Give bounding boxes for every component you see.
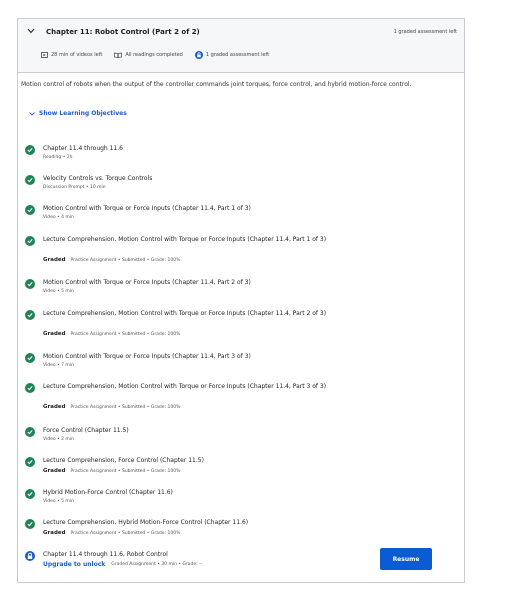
check-circle-icon [25,145,35,155]
graded-badge: Graded [43,530,66,536]
lock-icon [194,51,203,59]
item-title[interactable]: Motion Control with Torque or Force Inpu… [43,204,343,214]
videos-left-meta: 28 min of videos left [41,52,102,58]
check-circle-icon [25,205,35,215]
check-circle-icon [25,310,35,320]
item-title[interactable]: Lecture Comprehension, Motion Control wi… [43,235,343,245]
chevron-down-icon [29,111,35,116]
item-meta: Graded Practice Assignment • Submitted •… [43,331,181,337]
check-circle-icon [25,519,35,529]
module-title: Chapter 11: Robot Control (Part 2 of 2) [46,28,200,36]
module-meta: 28 min of videos left All readings compl… [41,51,281,59]
chevron-down-icon[interactable] [27,27,35,36]
check-circle-icon [25,489,35,499]
book-icon [114,52,123,58]
item-meta: Video • 2 min [43,437,74,442]
item-meta: Graded Practice Assignment • Submitted •… [43,468,181,474]
item-meta: Discussion Prompt • 10 min [43,185,106,190]
item-meta: Reading • 2h [43,155,73,160]
graded-badge: Graded [43,257,66,263]
check-circle-icon [25,427,35,437]
item-meta: Graded Practice Assignment • Submitted •… [43,404,181,410]
video-icon [41,52,48,58]
graded-badge: Graded [43,468,66,474]
module-intro: Motion control of robots when the output… [21,81,412,88]
show-learning-objectives[interactable]: Show Learning Objectives [29,110,127,117]
check-circle-icon [25,175,35,185]
item-title[interactable]: Motion Control with Torque or Force Inpu… [43,278,343,288]
item-title[interactable]: Velocity Controls vs. Torque Controls [43,174,343,184]
item-title[interactable]: Hybrid Motion-Force Control (Chapter 11.… [43,488,343,498]
item-title[interactable]: Chapter 11.4 through 11.6 [43,144,343,154]
item-title[interactable]: Chapter 11.4 through 11.6, Robot Control [43,550,343,560]
item-title[interactable]: Motion Control with Torque or Force Inpu… [43,352,343,362]
item-meta: Video • 5 min [43,289,74,294]
item-meta: Video • 4 min [43,215,74,220]
resume-button[interactable]: Resume [380,548,432,570]
check-circle-icon [25,353,35,363]
module-card: Chapter 11: Robot Control (Part 2 of 2) … [17,18,465,583]
module-header[interactable]: Chapter 11: Robot Control (Part 2 of 2) … [18,19,464,73]
item-meta: Upgrade to unlock Graded Assignment • 30… [43,561,203,568]
check-circle-icon [25,457,35,467]
item-title[interactable]: Force Control (Chapter 11.5) [43,426,343,436]
item-title[interactable]: Lecture Comprehension, Motion Control wi… [43,309,343,319]
upgrade-to-unlock-link[interactable]: Upgrade to unlock [43,561,105,568]
check-circle-icon [25,279,35,289]
item-meta: Graded Practice Assignment • Submitted •… [43,530,181,536]
lock-icon [25,551,35,561]
graded-left-label: 1 graded assessment left [393,29,457,35]
item-title[interactable]: Lecture Comprehension, Hybrid Motion-For… [43,518,343,528]
item-title[interactable]: Lecture Comprehension, Motion Control wi… [43,382,343,392]
graded-meta: 1 graded assessment left [194,51,269,59]
readings-meta: All readings completed [114,52,183,58]
graded-badge: Graded [43,404,66,410]
item-title[interactable]: Lecture Comprehension, Force Control (Ch… [43,456,343,466]
graded-badge: Graded [43,331,66,337]
item-meta: Graded Practice Assignment • Submitted •… [43,257,181,263]
item-meta: Video • 7 min [43,363,74,368]
item-meta: Video • 5 min [43,499,74,504]
check-circle-icon [25,383,35,393]
check-circle-icon [25,236,35,246]
